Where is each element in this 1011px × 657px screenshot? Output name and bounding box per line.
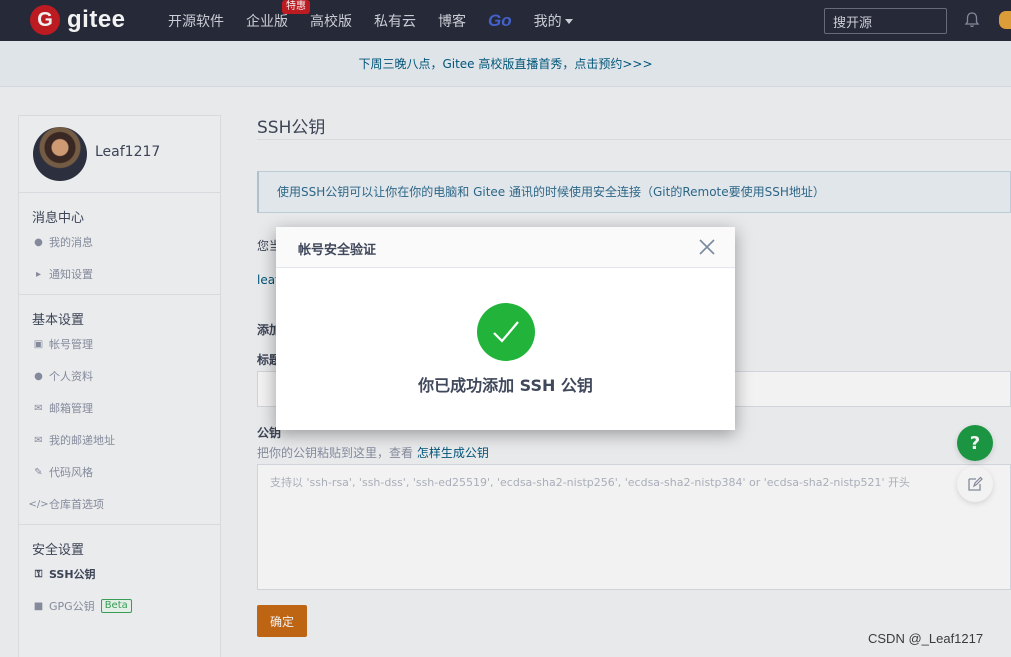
success-check-icon [477,303,535,361]
success-message: 你已成功添加 SSH 公钥 [418,376,593,395]
dialog-title: 帐号安全验证 [298,243,377,258]
checkmark-icon [493,321,519,343]
security-verification-dialog: 帐号安全验证 你已成功添加 SSH 公钥 [276,227,735,430]
dialog-header: 帐号安全验证 [276,227,735,268]
close-icon[interactable] [698,238,716,256]
